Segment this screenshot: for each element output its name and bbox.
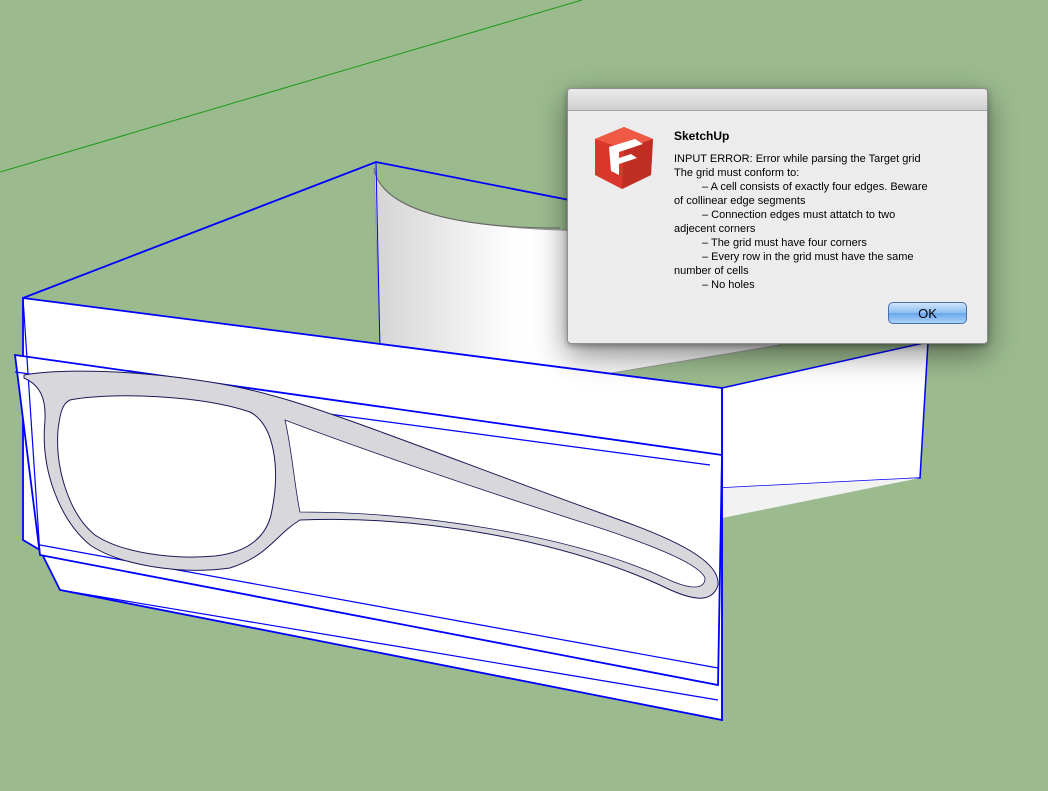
ok-button[interactable]: OK [888,302,967,324]
dialog-title: SketchUp [674,129,730,143]
message-line: number of cells [674,265,749,277]
dialog-titlebar[interactable] [568,89,987,111]
message-line: adjecent corners [674,223,756,235]
message-line: – Connection edges must attatch to two [702,209,896,221]
message-line: – A cell consists of exactly four edges.… [702,181,928,193]
message-line: – The grid must have four corners [702,237,867,249]
box-right-face[interactable] [721,341,929,489]
error-message: INPUT ERROR: Error while parsing the Tar… [674,152,974,292]
message-line: – No holes [702,279,755,291]
message-line: INPUT ERROR: Error while parsing the Tar… [674,153,921,165]
sketchup-logo-icon [595,127,653,189]
message-line: The grid must conform to: [674,167,800,179]
message-line: – Every row in the grid must have the sa… [702,251,914,263]
error-dialog: SketchUp INPUT ERROR: Error while parsin… [567,88,988,344]
message-line: of collinear edge segments [674,195,806,207]
green-axis-line [0,0,583,173]
